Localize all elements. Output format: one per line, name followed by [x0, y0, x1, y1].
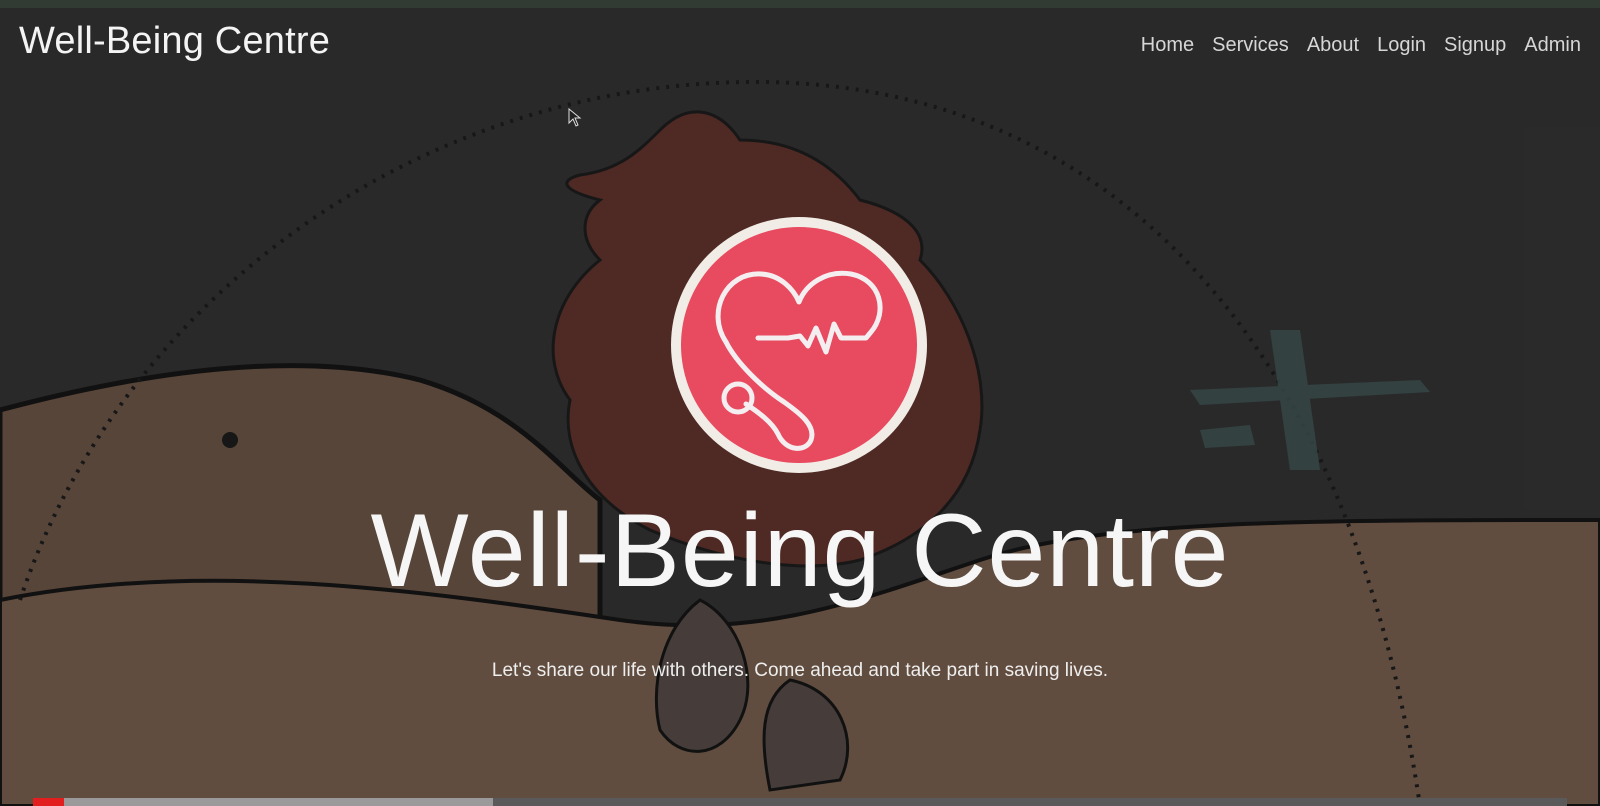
video-buffered-range — [33, 798, 494, 806]
nav-link-admin[interactable]: Admin — [1515, 30, 1590, 61]
nav-links: Home Services About Login Signup Admin — [1132, 30, 1590, 61]
video-progress-bar[interactable] — [33, 798, 1567, 806]
nav-link-signup[interactable]: Signup — [1435, 30, 1515, 61]
hero-subtitle: Let's share our life with others. Come a… — [491, 660, 1109, 681]
video-played-range — [33, 798, 64, 806]
window-top-strip — [0, 0, 1600, 8]
nav-link-home[interactable]: Home — [1132, 30, 1203, 61]
nav-link-services[interactable]: Services — [1203, 30, 1298, 61]
brand-logo-text[interactable]: Well-Being Centre — [19, 20, 330, 63]
hero-title: Well-Being Centre — [370, 493, 1230, 609]
nav-link-login[interactable]: Login — [1368, 30, 1435, 61]
heart-stethoscope-icon — [671, 217, 927, 473]
mouse-cursor-icon — [568, 108, 582, 127]
nav-link-about[interactable]: About — [1298, 30, 1368, 61]
navbar: Well-Being Centre Home Services About Lo… — [0, 8, 1600, 74]
